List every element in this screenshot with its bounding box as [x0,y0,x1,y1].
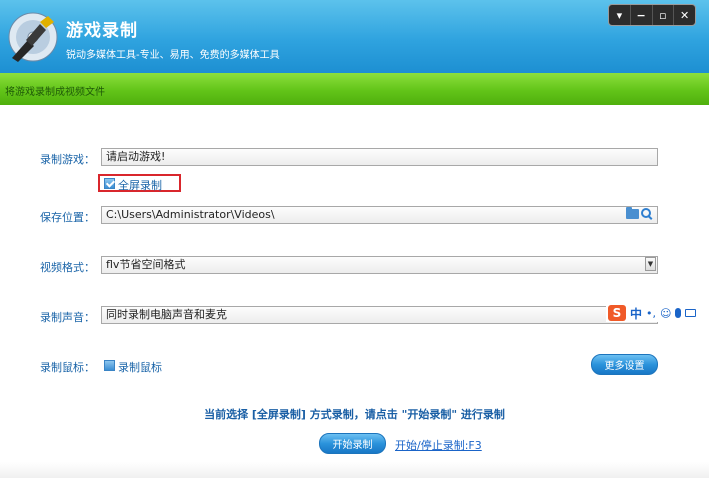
maximize-icon[interactable]: ▫ [653,5,675,25]
ime-emoji-icon[interactable]: ☺ [660,307,671,320]
banner: 将游戏录制成视频文件 [0,73,709,105]
app-title: 游戏录制 [66,21,138,41]
ime-logo-icon[interactable]: S [608,305,626,321]
window-controls: ▾ − ▫ ✕ [608,4,696,26]
minimize-icon[interactable]: − [631,5,653,25]
more-settings-button[interactable]: 更多设置 [591,354,658,375]
mouse-checkbox[interactable] [104,360,115,371]
close-icon[interactable]: ✕ [674,5,695,25]
bottom-strip [0,462,709,478]
mouse-checkbox-label[interactable]: 录制鼠标 [118,359,162,375]
menu-dropdown-icon[interactable]: ▾ [609,5,631,25]
save-location-actions [626,207,653,221]
ime-punctuation-icon[interactable]: •, [646,307,656,320]
save-location-label: 保存位置： [40,211,95,224]
search-icon[interactable] [641,208,653,220]
fullscreen-checkbox[interactable] [104,178,115,189]
banner-text: 将游戏录制成视频文件 [5,87,105,98]
game-label: 录制游戏： [40,153,95,166]
audio-select[interactable]: 同时录制电脑声音和麦克 [101,306,658,324]
folder-icon[interactable] [626,207,639,219]
chevron-down-icon[interactable]: ▼ [645,257,656,271]
audio-label: 录制声音： [40,311,95,324]
app-subtitle: 锐动多媒体工具-专业、易用、免费的多媒体工具 [66,50,280,61]
hint-text: 当前选择 [全屏录制] 方式录制，请点击 "开始录制" 进行录制 [204,408,505,421]
ime-mode[interactable]: 中 [630,305,642,322]
hotkey-link[interactable]: 开始/停止录制:F3 [395,437,482,453]
save-location-field[interactable]: C:\Users\Administrator\Videos\ [101,206,658,224]
title-bar: 游戏录制 锐动多媒体工具-专业、易用、免费的多媒体工具 ▾ − ▫ ✕ [0,0,709,73]
game-field[interactable]: 请启动游戏! [101,148,658,166]
microphone-icon[interactable] [675,308,682,318]
fullscreen-label[interactable]: 全屏录制 [118,177,162,193]
ime-toolbar: S 中 •, ☺ [606,304,709,322]
start-record-button[interactable]: 开始录制 [319,433,386,454]
video-format-label: 视频格式： [40,261,95,274]
keyboard-icon[interactable] [685,309,697,317]
app-logo-icon [8,12,58,62]
mouse-label: 录制鼠标： [40,361,95,374]
video-format-select[interactable]: flv节省空间格式 [101,256,658,274]
